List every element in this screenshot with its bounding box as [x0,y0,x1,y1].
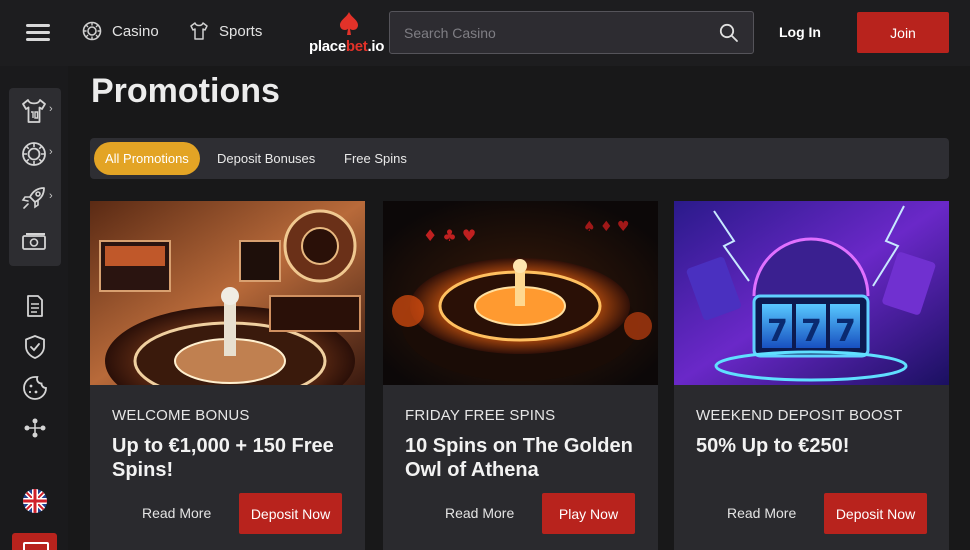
sidebar-item-crash[interactable] [20,184,48,212]
nav-sports[interactable]: Sports [189,21,262,41]
promo-headline: Up to €1,000 + 150 Free Spins! [112,435,334,481]
deposit-now-button[interactable]: Deposit Now [239,493,342,534]
svg-text:7: 7 [801,314,822,349]
sidebar-item-casino[interactable] [20,140,48,168]
jersey-icon [190,22,208,40]
search-icon[interactable] [719,23,739,43]
promo-kicker: FRIDAY FREE SPINS [405,407,556,424]
svg-text:7: 7 [767,314,788,349]
document-icon [27,295,43,317]
logo-text: placebet.io [309,38,385,55]
sidebar-item-cashier[interactable] [20,228,48,256]
promo-card-weekend-deposit-boost: 7 7 7 WEEKEND DEPOSIT BOOST 50% Up to €2… [674,201,949,550]
jersey-icon [22,99,46,123]
cookie-icon [23,376,47,400]
page-title: Promotions [91,72,280,110]
read-more-link[interactable]: Read More [142,505,211,521]
soccer-field-icon [24,418,46,438]
svg-text:♦ ♣ ♥: ♦ ♣ ♥ [423,226,476,245]
sidebar-cashier-button[interactable] [12,533,57,550]
casino-chip-icon [22,142,46,166]
chevron-right-icon[interactable]: › [49,103,53,115]
roulette-casino-illustration [90,201,365,385]
nav-casino[interactable]: Casino [82,21,159,41]
spade-icon [340,12,358,35]
login-button[interactable]: Log In [771,24,829,40]
search-input[interactable] [404,12,704,53]
cash-icon [22,233,46,250]
menu-icon[interactable] [26,24,50,42]
sidebar-item-fairness[interactable] [21,415,49,443]
promo-kicker: WEEKEND DEPOSIT BOOST [696,407,903,424]
nav-sports-label: Sports [219,22,263,40]
shield-check-icon [25,335,45,359]
promo-headline: 50% Up to €250! [696,435,850,457]
chevron-right-icon[interactable]: › [49,190,53,202]
promo-card-welcome: WELCOME BONUS Up to €1,000 + 150 Free Sp… [90,201,365,550]
sidebar-item-terms[interactable] [21,292,49,320]
chevron-right-icon[interactable]: › [49,146,53,158]
slot-777-neon-illustration: 7 7 7 [674,201,949,385]
promo-headline: 10 Spins on The Golden Owl of Athena [405,435,633,481]
site-logo[interactable]: placebet.io [307,12,391,58]
tab-deposit-bonuses[interactable]: Deposit Bonuses [217,142,315,175]
sidebar-item-cookies[interactable] [21,374,49,402]
search-box [389,11,754,54]
svg-text:7: 7 [835,314,856,349]
top-bar: Casino Sports placebet.io Log In Join [0,0,970,66]
uk-flag-icon[interactable] [23,489,47,513]
tab-all-promotions[interactable]: All Promotions [94,142,200,175]
sidebar: › › › [0,66,68,550]
rocket-icon [21,187,45,209]
glowing-roulette-wheel-illustration: ♦ ♣ ♥ ♠ ♦ ♥ [383,201,658,385]
promo-card-friday-free-spins: ♦ ♣ ♥ ♠ ♦ ♥ FRIDAY FREE SPINS 10 Spins o… [383,201,658,550]
play-now-button[interactable]: Play Now [542,493,635,534]
tab-free-spins[interactable]: Free Spins [344,142,407,175]
join-button[interactable]: Join [857,12,949,53]
nav-casino-label: Casino [112,22,159,40]
promo-kicker: WELCOME BONUS [112,407,250,424]
svg-text:♠ ♦ ♥: ♠ ♦ ♥ [583,219,630,235]
read-more-link[interactable]: Read More [445,505,514,521]
sidebar-group: › › › [9,88,61,266]
sidebar-item-responsible-gaming[interactable] [21,333,49,361]
promotion-tabs: All Promotions Deposit Bonuses Free Spin… [90,138,949,179]
casino-chip-icon [82,21,102,41]
sidebar-item-sports[interactable] [20,97,48,125]
deposit-now-button[interactable]: Deposit Now [824,493,927,534]
read-more-link[interactable]: Read More [727,505,796,521]
